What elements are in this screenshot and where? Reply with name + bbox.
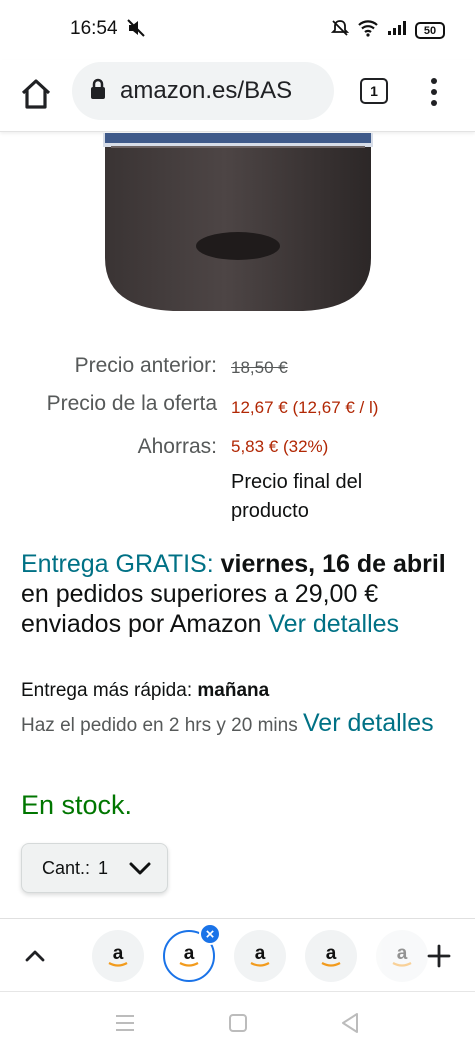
tab-amazon-4[interactable]: a	[305, 930, 357, 982]
quantity-value: 1	[98, 857, 109, 878]
amazon-logo-icon: a	[392, 943, 412, 967]
fastest-delivery-value: mañana	[197, 680, 270, 701]
tab-glyph: a	[184, 943, 195, 964]
amazon-logo-icon: a	[250, 943, 270, 967]
tab-glyph: a	[326, 943, 337, 964]
delivery-date: viernes, 16 de abril	[220, 550, 446, 578]
overflow-menu-button[interactable]	[424, 75, 444, 109]
deal-price-label: Precio de la oferta	[46, 392, 217, 415]
back-nav-button[interactable]	[340, 1012, 360, 1039]
order-deadline: Haz el pedido en 2 hrs y 20 mins Ver det…	[21, 707, 441, 742]
tab-amazon-1[interactable]: a	[92, 930, 144, 982]
signal-icon	[387, 20, 407, 41]
square-icon	[229, 1014, 247, 1032]
order-deadline-text: Haz el pedido en 2 hrs y 20 mins	[21, 715, 298, 736]
tab-amazon-active[interactable]: a ×	[163, 923, 221, 982]
order-details-link[interactable]: Ver detalles	[303, 709, 434, 737]
deal-price-value: 12,67 € (12,67 € / l)	[231, 398, 379, 417]
free-delivery-label: Entrega GRATIS:	[21, 550, 214, 578]
new-tab-button[interactable]	[426, 943, 452, 974]
recents-button[interactable]	[114, 1013, 136, 1038]
savings-value: 5,83 € (32%)	[231, 437, 329, 456]
status-time: 16:54	[70, 18, 118, 39]
tab-amazon-3[interactable]: a	[234, 930, 286, 982]
chevron-up-icon	[25, 950, 45, 962]
plus-icon	[427, 944, 451, 968]
amazon-logo-icon: a	[321, 943, 341, 967]
tab-switcher-button[interactable]: 1	[360, 78, 388, 104]
mute-icon	[126, 18, 146, 43]
previous-price-value: 18,50 €	[231, 358, 288, 377]
close-tab-icon[interactable]: ×	[199, 923, 221, 945]
savings-label: Ahorras:	[137, 435, 217, 458]
tab-amazon-5[interactable]: a	[376, 930, 428, 982]
home-nav-button[interactable]	[228, 1013, 248, 1038]
home-button[interactable]	[18, 76, 54, 112]
delivery-details-link[interactable]: Ver detalles	[268, 610, 399, 638]
collapse-tabs-button[interactable]	[22, 943, 48, 974]
fastest-delivery: Entrega más rápida: mañana	[21, 680, 269, 702]
battery-icon: 50	[415, 22, 445, 39]
lock-icon	[90, 78, 106, 105]
amazon-logo-icon: a	[108, 943, 128, 967]
back-triangle-icon	[342, 1013, 358, 1033]
browser-toolbar: amazon.es/BAS 1	[0, 60, 475, 132]
url-text: amazon.es/BAS	[120, 77, 293, 104]
previous-price-label: Precio anterior:	[74, 354, 217, 377]
tab-strip: a a × a a a	[0, 918, 475, 992]
delivery-info: Entrega GRATIS: viernes, 16 de abril en …	[21, 549, 451, 639]
amazon-logo-icon: a	[179, 943, 199, 967]
product-image	[103, 133, 373, 313]
quantity-dropdown[interactable]: Cant.: 1	[21, 843, 168, 893]
quantity-label: Cant.:	[42, 857, 91, 878]
tab-glyph: a	[255, 943, 266, 964]
home-icon	[21, 79, 51, 109]
status-bar: 16:54 50	[0, 0, 475, 60]
alarm-off-icon	[330, 19, 350, 42]
tab-glyph: a	[397, 943, 408, 964]
chevron-down-icon	[129, 860, 151, 881]
tab-glyph: a	[113, 943, 124, 964]
stock-status: En stock.	[21, 790, 133, 820]
url-bar[interactable]: amazon.es/BAS	[72, 62, 334, 120]
wifi-icon	[357, 19, 379, 42]
system-navigation-bar	[0, 993, 475, 1056]
final-price-note: Precio final del producto	[231, 471, 363, 522]
fastest-delivery-label: Entrega más rápida:	[21, 680, 193, 701]
menu-lines-icon	[116, 1015, 134, 1031]
